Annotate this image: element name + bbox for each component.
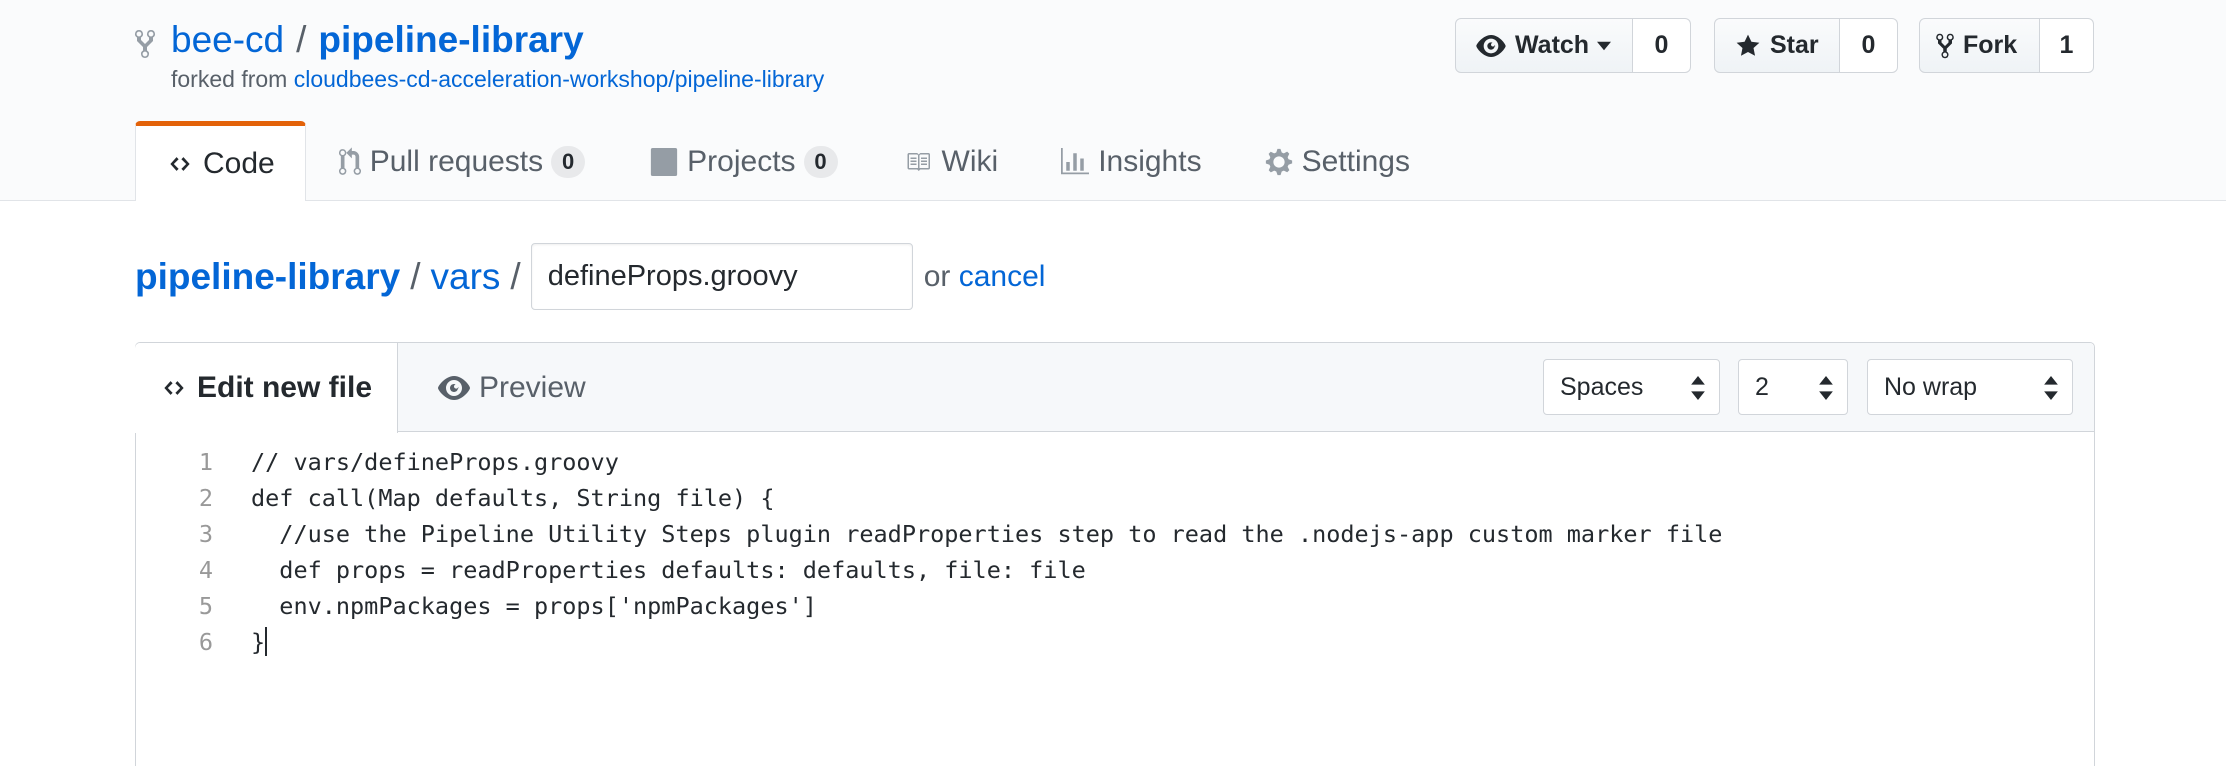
forked-from-prefix: forked from: [171, 66, 288, 92]
file-path-breadcrumb: pipeline-library / vars / or cancel: [135, 243, 1045, 310]
preview-tab-label: Preview: [479, 370, 586, 404]
eye-icon: [1476, 34, 1506, 57]
repo-forked-icon: [135, 29, 155, 59]
text-cursor: [265, 627, 268, 656]
tab-preview[interactable]: Preview: [438, 343, 586, 432]
star-icon: [1736, 34, 1760, 56]
indent-mode-select[interactable]: Spaces: [1543, 359, 1720, 415]
wrap-mode-value: No wrap: [1884, 372, 1978, 401]
path-separator: /: [296, 19, 307, 60]
line-number: 3: [198, 520, 213, 548]
projects-counter: 0: [803, 146, 838, 178]
pull-requests-counter: 0: [551, 146, 586, 178]
tab-label: Insights: [1098, 145, 1202, 178]
code-icon: [164, 381, 184, 395]
edit-tab-label: Edit new file: [196, 371, 373, 404]
gear-icon: [1265, 148, 1292, 176]
wrap-mode-select[interactable]: No wrap: [1867, 359, 2073, 415]
code-area[interactable]: 1 // vars/defineProps.groovy 2 def call(…: [136, 444, 2094, 660]
caret-down-icon: [1597, 41, 1612, 50]
line-number: 6: [198, 628, 213, 656]
watch-count[interactable]: 0: [1633, 18, 1691, 73]
watch-button[interactable]: Watch: [1455, 18, 1633, 73]
code-icon: [170, 156, 190, 171]
fork-button[interactable]: Fork: [1919, 18, 2040, 73]
project-icon: [651, 148, 678, 176]
select-arrows-icon: [1691, 376, 1705, 400]
line-content: //use the Pipeline Utility Steps plugin …: [251, 520, 1723, 548]
indent-mode-value: Spaces: [1560, 372, 1644, 401]
indent-size-select[interactable]: 2: [1738, 359, 1848, 415]
repo-name-link[interactable]: pipeline-library: [318, 19, 583, 61]
tab-label: Wiki: [941, 145, 999, 178]
fork-control: Fork 1: [1919, 18, 2094, 73]
line-content-with-cursor: }: [213, 624, 268, 660]
star-control: Star 0: [1714, 18, 1898, 73]
select-arrows-icon: [1819, 376, 1833, 400]
fork-label: Fork: [1963, 31, 2018, 59]
watch-control: Watch 0: [1455, 18, 1691, 73]
breadcrumb-dir-link[interactable]: vars: [431, 256, 501, 298]
code-line: 2 def call(Map defaults, String file) {: [136, 480, 2094, 516]
fork-count[interactable]: 1: [2040, 18, 2094, 73]
eye-icon: [438, 375, 470, 400]
breadcrumb-repo-link[interactable]: pipeline-library: [135, 256, 400, 298]
repo-owner-link[interactable]: bee-cd: [171, 19, 284, 61]
forked-from-link[interactable]: cloudbees-cd-acceleration-workshop/pipel…: [294, 66, 825, 92]
line-content: }: [251, 628, 266, 656]
or-cancel: or cancel: [924, 260, 1046, 294]
code-line: 5 env.npmPackages = props['npmPackages']: [136, 588, 2094, 624]
select-arrows-icon: [2044, 376, 2058, 400]
indent-size-value: 2: [1755, 372, 1769, 401]
line-number: 5: [198, 592, 213, 620]
git-pull-request-icon: [338, 147, 361, 175]
path-separator: /: [410, 255, 421, 297]
code-line: 4 def props = readProperties defaults: d…: [136, 552, 2094, 588]
line-content: // vars/defineProps.groovy: [251, 448, 619, 476]
watch-label: Watch: [1515, 31, 1590, 59]
editor-toolbar: Edit new file Preview Spaces 2 No wrap: [135, 343, 2094, 433]
star-label: Star: [1770, 31, 1819, 59]
cancel-link[interactable]: cancel: [959, 260, 1046, 293]
repo-nav: Code Pull requests 0 Projects 0 Wiki Ins…: [135, 121, 1410, 202]
code-line: 6 }: [136, 624, 2094, 660]
line-number: 4: [198, 556, 213, 584]
repo-forked-icon: [1936, 33, 1954, 58]
forked-from-text: forked from cloudbees-cd-acceleration-wo…: [171, 66, 824, 93]
line-content: def props = readProperties defaults: def…: [251, 556, 1086, 584]
tab-code[interactable]: Code: [135, 121, 306, 201]
tab-edit-new-file[interactable]: Edit new file: [135, 343, 398, 433]
filename-input[interactable]: [530, 243, 913, 310]
code-line: 3 //use the Pipeline Utility Steps plugi…: [136, 516, 2094, 552]
tab-insights[interactable]: Insights: [1061, 122, 1202, 202]
tab-label: Projects: [687, 145, 796, 178]
file-editor: Edit new file Preview Spaces 2 No wrap 1…: [135, 342, 2095, 766]
repo-title: bee-cd / pipeline-library: [171, 18, 584, 62]
tab-settings[interactable]: Settings: [1265, 122, 1410, 202]
tab-label: Code: [203, 146, 275, 180]
star-count[interactable]: 0: [1840, 18, 1898, 73]
or-text: or: [923, 259, 951, 293]
line-number: 2: [198, 484, 213, 512]
book-icon: [907, 153, 930, 171]
line-content: def call(Map defaults, String file) {: [251, 484, 775, 512]
star-button[interactable]: Star: [1714, 18, 1840, 73]
tab-projects[interactable]: Projects 0: [650, 122, 838, 202]
code-line: 1 // vars/defineProps.groovy: [136, 444, 2094, 480]
path-separator: /: [510, 255, 521, 297]
line-content: env.npmPackages = props['npmPackages']: [251, 592, 817, 620]
tab-label: Pull requests: [369, 145, 544, 178]
repo-header: bee-cd / pipeline-library forked from cl…: [0, 0, 2226, 201]
line-number: 1: [198, 448, 213, 476]
tab-label: Settings: [1301, 145, 1410, 178]
graph-icon: [1061, 148, 1090, 175]
tab-wiki[interactable]: Wiki: [903, 122, 999, 202]
tab-pull-requests[interactable]: Pull requests 0: [338, 122, 586, 202]
